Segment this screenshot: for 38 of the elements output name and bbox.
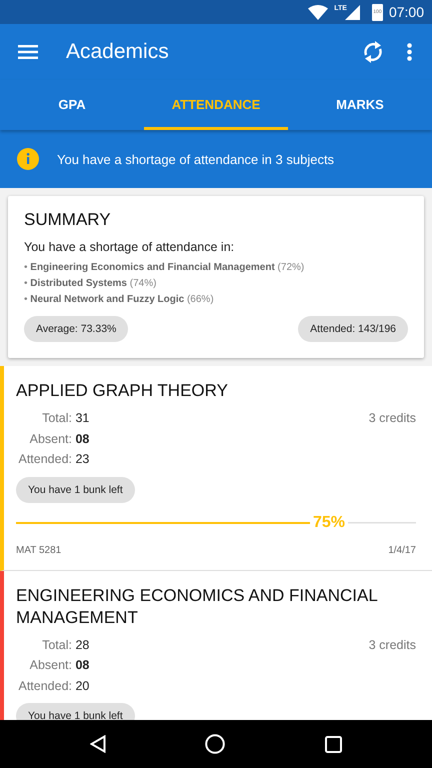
recents-button[interactable] <box>325 736 342 752</box>
attended-chip: Attended: 143/196 <box>298 316 408 342</box>
stat-line: Attended: 20 <box>17 678 90 694</box>
shortage-item: • Engineering Economics and Financial Management (72%) <box>24 261 306 275</box>
stat-line: Total: 31 <box>41 410 90 427</box>
course-code: MAT 5281 <box>16 544 62 556</box>
shortage-message: You have a shortage of attendance in 3 subjects <box>57 152 334 166</box>
shortage-item: • Neural Network and Fuzzy Logic (66%) <box>24 293 215 307</box>
credits-label: 3 credits <box>368 636 416 654</box>
course-date: 1/4/17 <box>388 544 416 556</box>
stat-line: Total: 28 <box>41 636 90 654</box>
subject-title: APPLIED GRAPH THEORY <box>16 380 229 402</box>
back-button[interactable] <box>90 735 106 753</box>
menu-icon <box>18 45 38 59</box>
shortage-item: • Distributed Systems (74%) <box>24 277 158 291</box>
stat-line: Absent: 08 <box>28 430 90 448</box>
bunk-chip: You have 1 bunk left <box>16 703 135 720</box>
back-icon <box>90 735 106 753</box>
refresh-button[interactable] <box>361 40 385 64</box>
wifi-icon <box>308 4 328 20</box>
average-chip: Average: 73.33% <box>24 316 128 342</box>
screen-title: Academics <box>66 40 170 64</box>
tab[interactable]: GPA <box>0 80 144 130</box>
stat-line: Attended: 23 <box>17 451 90 468</box>
credits-label: 3 credits <box>368 410 416 427</box>
recents-icon <box>325 736 342 752</box>
clock: 07:00 <box>388 4 424 20</box>
more-icon <box>406 43 412 61</box>
stat-line: Absent: 08 <box>28 657 90 674</box>
refresh-icon <box>363 41 383 63</box>
shortage-intro: You have a shortage of attendance in: <box>24 240 236 254</box>
home-button[interactable] <box>205 734 226 754</box>
home-icon <box>205 734 226 754</box>
tab[interactable]: MARKS <box>288 80 432 130</box>
card-title: SUMMARY <box>24 210 112 230</box>
info-icon <box>17 148 39 170</box>
bunk-chip: You have 1 bunk left <box>16 476 135 502</box>
subject-title: ENGINEERING ECONOMICS AND FINANCIAL MANAGEMENT <box>16 584 378 628</box>
